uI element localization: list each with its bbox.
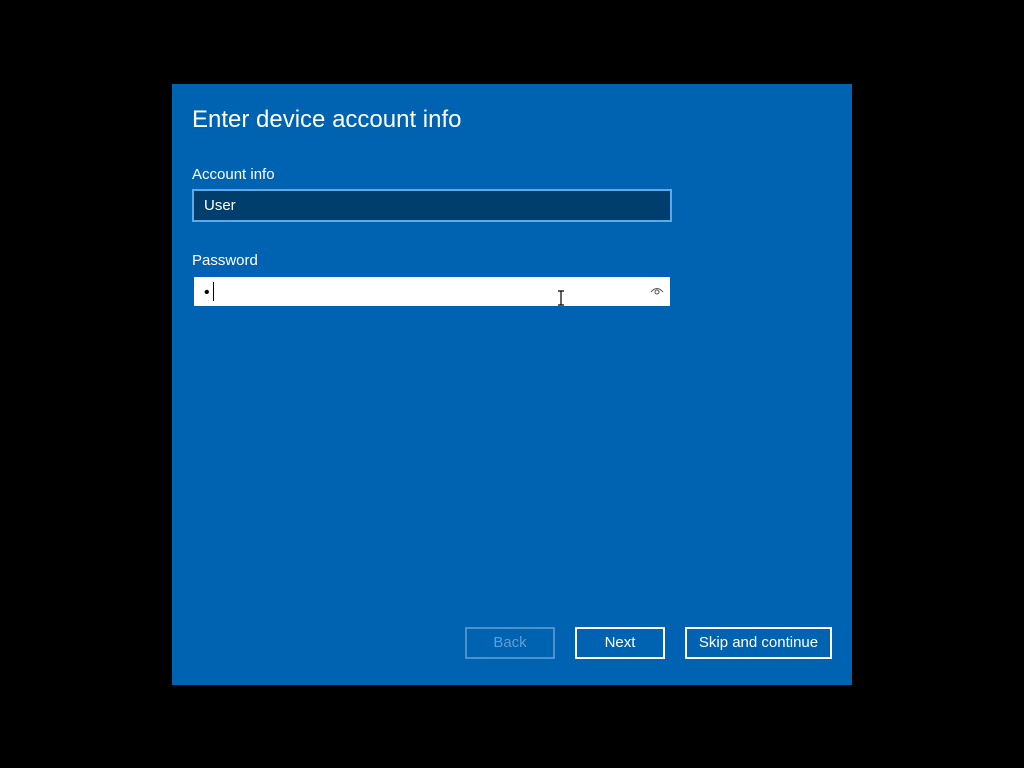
account-info-label: Account info	[192, 166, 275, 183]
password-field[interactable]: •	[192, 275, 672, 308]
screen: Enter device account info Account info U…	[0, 0, 1024, 768]
next-button[interactable]: Next	[575, 627, 665, 659]
password-masked-value: •	[204, 284, 210, 301]
i-beam-cursor-icon	[558, 290, 564, 306]
eye-icon[interactable]	[650, 284, 664, 298]
skip-and-continue-button[interactable]: Skip and continue	[685, 627, 832, 659]
setup-dialog: Enter device account info Account info U…	[172, 84, 852, 685]
text-caret	[213, 282, 214, 301]
back-button[interactable]: Back	[465, 627, 555, 659]
dialog-title: Enter device account info	[192, 106, 462, 133]
password-label: Password	[192, 252, 258, 269]
account-info-field[interactable]: User	[192, 189, 672, 222]
